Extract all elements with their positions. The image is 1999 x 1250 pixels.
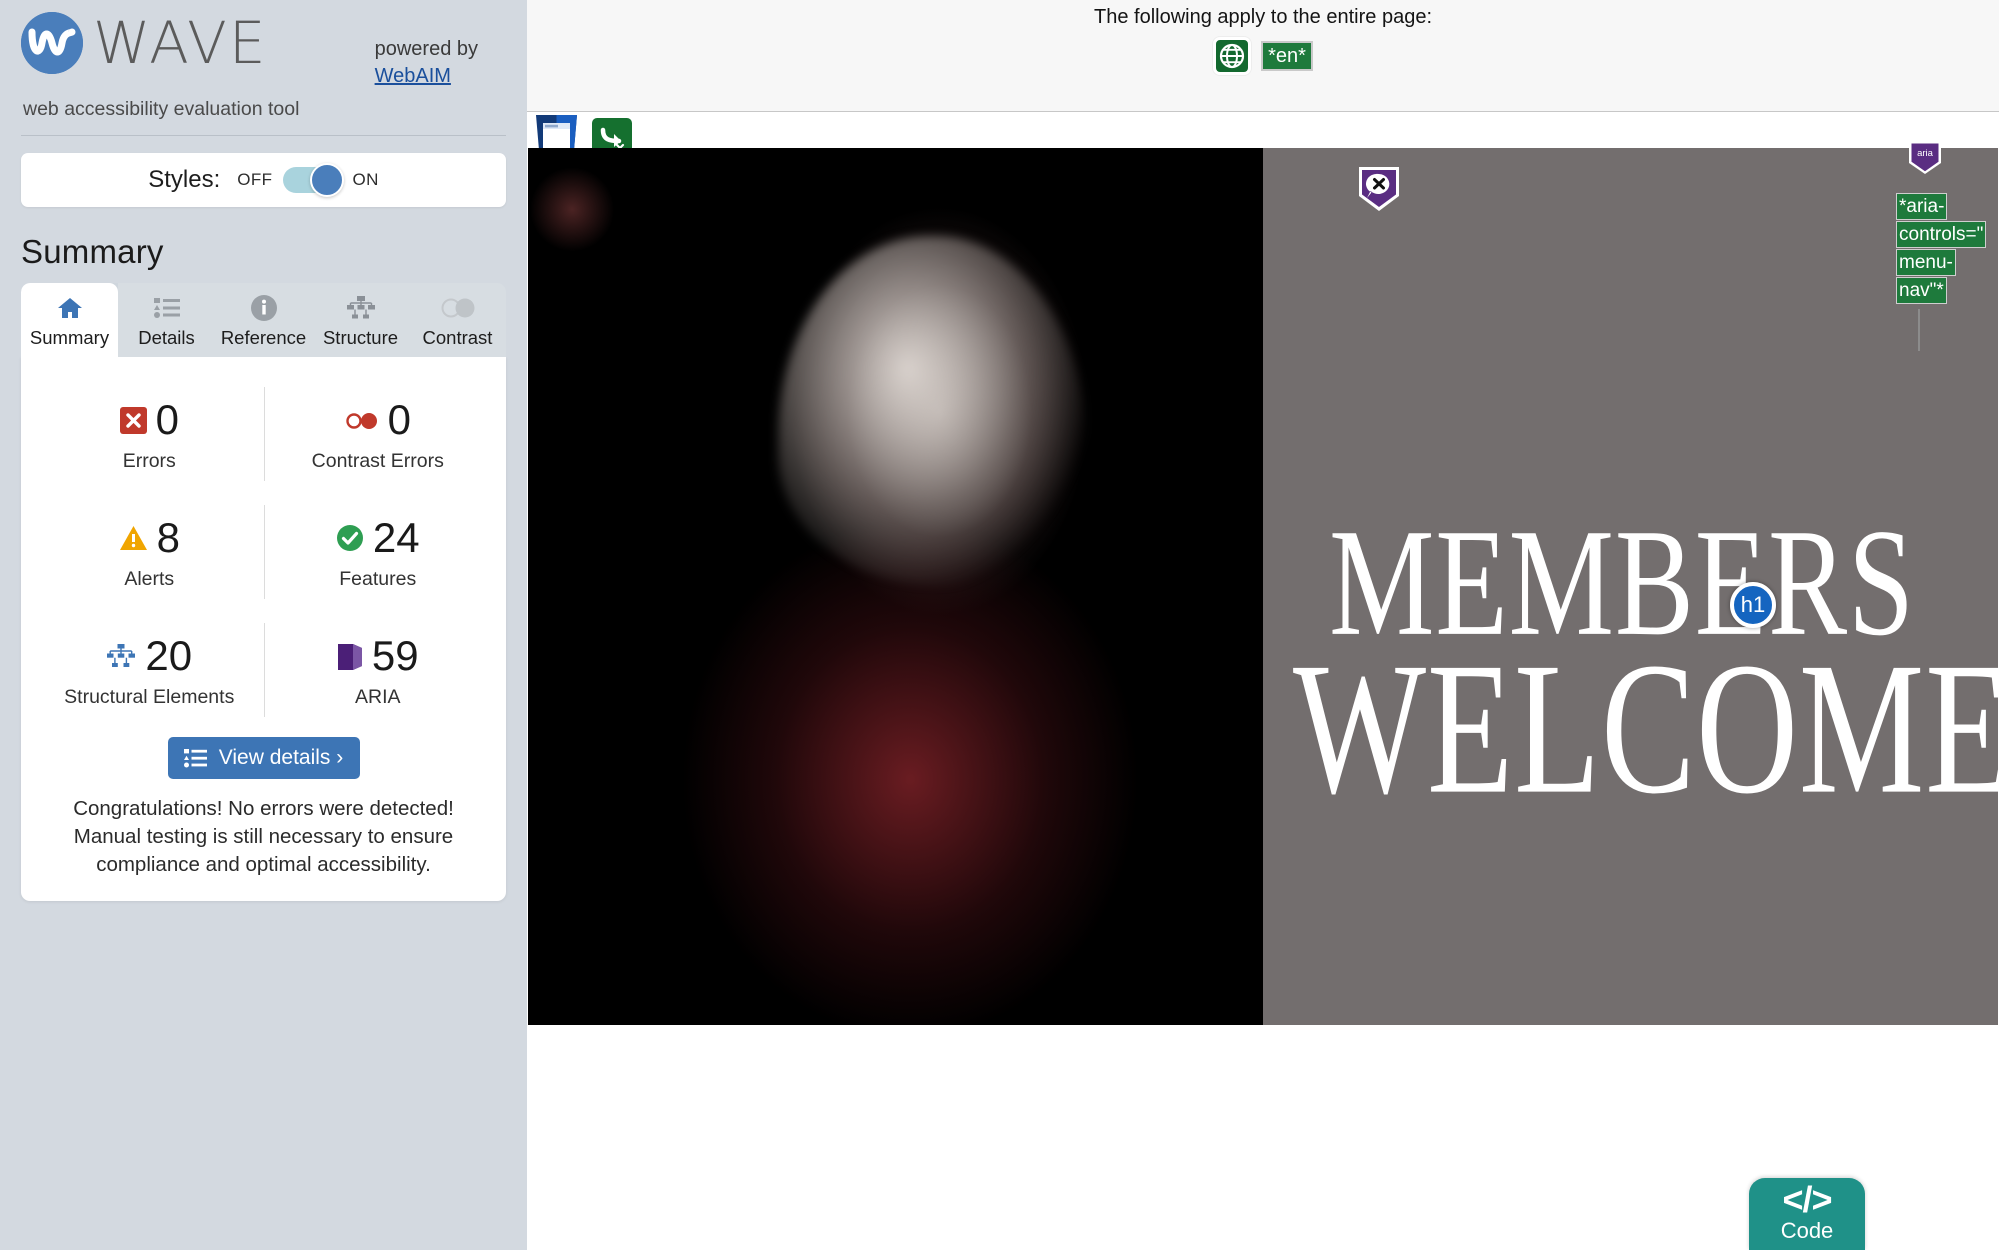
stat-structural-elements-value: 20 xyxy=(145,632,193,679)
aria-attribute-text: *aria- controls=" menu- nav"* xyxy=(1896,193,1999,305)
sidebar-tabs: Summary Details Reference Structure Cont… xyxy=(21,283,506,357)
page-banner-text: The following apply to the entire page: xyxy=(1094,6,1432,28)
wave-evaluation-window: WAVE powered by WebAIM web accessibility… xyxy=(0,0,1999,1250)
hero-section: MEMBERS WELCOME xyxy=(528,148,1998,1025)
congratulations-message: Congratulations! No errors were detected… xyxy=(73,797,454,876)
list-icon xyxy=(118,293,215,323)
stats-grid: 0 Errors 0 Contrast Errors 8 Alerts 24 F… xyxy=(35,375,492,729)
tab-reference-label: Reference xyxy=(220,327,307,348)
page-level-banner: The following apply to the entire page: … xyxy=(527,0,1999,112)
info-icon xyxy=(215,293,312,323)
evaluated-page-view: The following apply to the entire page: … xyxy=(527,0,1999,1250)
brand-tagline: web accessibility evaluation tool xyxy=(23,98,300,120)
stat-aria-value: 59 xyxy=(371,632,419,679)
powered-by-prefix: powered by xyxy=(374,38,478,60)
h1-heading-marker[interactable]: h1 xyxy=(1730,582,1776,628)
stat-alerts: 8 Alerts xyxy=(35,493,264,611)
stat-alerts-label: Alerts xyxy=(124,568,175,590)
aria-line-3: menu- xyxy=(1896,249,1956,276)
styles-label: Styles: xyxy=(148,166,221,193)
hero-heading-line2: WELCOME xyxy=(1293,624,1998,834)
tab-details[interactable]: Details xyxy=(118,283,215,357)
check-circle-icon xyxy=(336,524,364,552)
list-icon xyxy=(183,748,207,768)
svg-text:aria: aria xyxy=(1917,148,1934,159)
code-panel-button[interactable]: </> Code xyxy=(1749,1178,1865,1250)
stat-errors-value: 0 xyxy=(155,396,179,443)
header-divider xyxy=(21,135,506,136)
aria-badge-icon[interactable]: aria xyxy=(1908,141,1942,180)
brand-name: WAVE xyxy=(93,9,268,77)
wave-logo-icon xyxy=(21,12,83,74)
brand-header: WAVE powered by WebAIM xyxy=(21,0,506,90)
stat-contrast-errors-value: 0 xyxy=(387,396,411,443)
stat-features: 24 Features xyxy=(263,493,493,611)
aria-cube-icon xyxy=(337,642,363,671)
stat-aria-label: ARIA xyxy=(354,686,401,708)
alert-speech-bubble-x-icon[interactable] xyxy=(1357,165,1401,213)
contrast-icon xyxy=(409,293,506,323)
stat-aria: 59 ARIA xyxy=(263,611,493,729)
lang-tag: *en* xyxy=(1261,41,1313,71)
tab-summary[interactable]: Summary xyxy=(21,283,118,357)
stat-structural-elements-label: Structural Elements xyxy=(64,686,235,708)
styles-toggle-card: Styles: OFF ON xyxy=(21,153,506,207)
stat-contrast-errors: 0 Contrast Errors xyxy=(263,375,493,493)
view-details-button[interactable]: View details › xyxy=(167,737,360,779)
webaim-link[interactable]: WebAIM xyxy=(375,65,451,87)
tab-summary-label: Summary xyxy=(29,327,110,348)
aria-line-2: controls=" xyxy=(1896,221,1987,248)
summary-panel: 0 Errors 0 Contrast Errors 8 Alerts 24 F… xyxy=(21,357,506,901)
contrast-dots-icon xyxy=(345,410,379,430)
tab-structure[interactable]: Structure xyxy=(312,283,409,357)
styles-toggle-switch[interactable] xyxy=(283,163,345,197)
tab-details-label: Details xyxy=(138,327,195,348)
tab-contrast[interactable]: Contrast xyxy=(409,283,506,357)
aria-connector-line xyxy=(1918,309,1920,351)
stat-alerts-value: 8 xyxy=(156,514,180,561)
stat-errors-label: Errors xyxy=(122,450,176,472)
styles-off-label: OFF xyxy=(237,170,273,189)
home-icon xyxy=(21,293,118,323)
tab-structure-label: Structure xyxy=(322,327,399,348)
tab-contrast-label: Contrast xyxy=(422,327,493,348)
view-details-label: View details › xyxy=(218,746,344,769)
tab-reference[interactable]: Reference xyxy=(215,283,312,357)
stat-features-value: 24 xyxy=(372,514,420,561)
alert-triangle-icon xyxy=(119,525,148,551)
aria-annotation: aria *aria- controls=" menu- nav"* xyxy=(1896,140,1999,351)
structure-icon xyxy=(106,643,136,669)
hero-photo xyxy=(528,148,1263,1025)
hero-heading: MEMBERS WELCOME xyxy=(1272,506,1998,823)
code-panel-label: Code xyxy=(1780,1217,1834,1243)
error-x-icon xyxy=(119,406,147,434)
globe-icon[interactable] xyxy=(1213,37,1252,75)
structure-icon xyxy=(312,293,409,323)
stat-contrast-errors-label: Contrast Errors xyxy=(311,450,444,472)
code-glyph-icon: </> xyxy=(1782,1178,1832,1220)
toggle-knob xyxy=(310,163,345,197)
stat-features-label: Features xyxy=(339,568,417,590)
aria-line-4: nav"* xyxy=(1896,277,1947,304)
page-title: Summary xyxy=(21,233,164,270)
stat-errors: 0 Errors xyxy=(35,375,264,493)
stat-structural-elements: 20 Structural Elements xyxy=(35,611,264,729)
styles-on-label: ON xyxy=(352,170,379,189)
powered-by: powered by WebAIM xyxy=(375,12,506,90)
aria-line-1: *aria- xyxy=(1896,193,1948,220)
wave-sidebar: WAVE powered by WebAIM web accessibility… xyxy=(0,0,527,1250)
